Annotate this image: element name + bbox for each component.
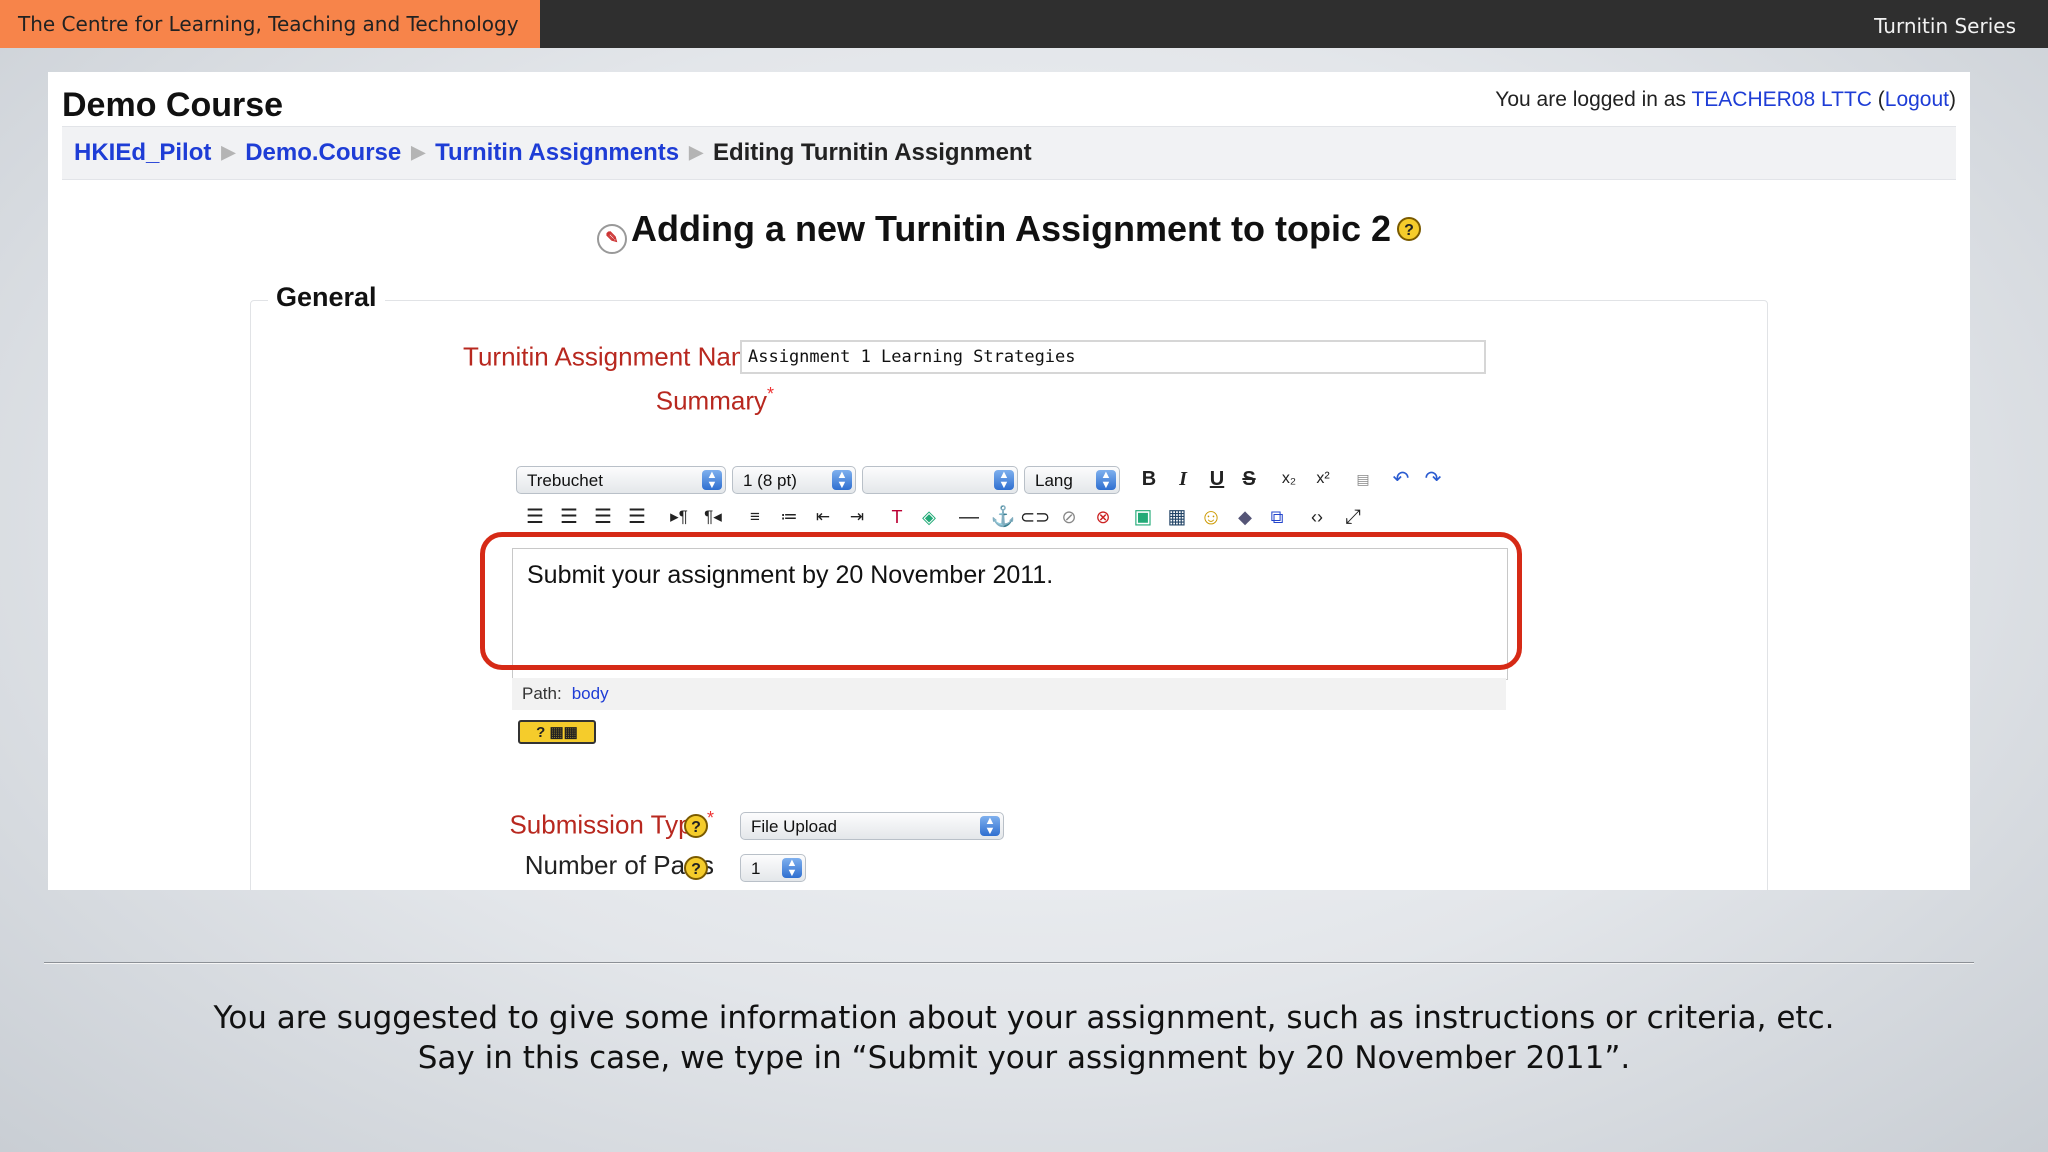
background-color-icon[interactable]: ◈	[914, 502, 944, 532]
font-size-value: 1 (8 pt)	[743, 471, 797, 490]
caption-line-2: Say in this case, we type in “Submit you…	[417, 1040, 1631, 1076]
ordered-list-icon[interactable]: ≡	[740, 502, 770, 532]
search-replace-icon[interactable]: ⧉	[1262, 502, 1292, 532]
fullscreen-icon[interactable]: ⤢	[1338, 502, 1368, 532]
select-arrows-icon: ▲ ▼	[702, 470, 722, 491]
summary-label-text: Summary	[655, 385, 767, 416]
submission-type-select[interactable]: File Upload ▲ ▼	[740, 812, 1004, 840]
bold-icon[interactable]: B	[1134, 464, 1164, 494]
assignment-name-label-text: Turnitin Assignment Name	[463, 341, 767, 372]
breadcrumb: HKIEd_Pilot ▶ Demo.Course ▶ Turnitin Assignm…	[74, 127, 1032, 179]
help-icon[interactable]: ?	[1397, 217, 1421, 242]
turnitin-icon: ✎	[597, 224, 627, 254]
required-mark: *	[766, 384, 774, 404]
select-arrows-icon: ▲ ▼	[832, 470, 852, 491]
rtl-icon[interactable]: ¶◂	[698, 502, 728, 532]
breadcrumb-turnitin-assignments[interactable]: Turnitin Assignments	[435, 139, 679, 166]
anchor-icon[interactable]: ⚓	[988, 502, 1018, 532]
select-arrows-icon: ▲ ▼	[782, 858, 802, 879]
select-arrows-icon: ▲ ▼	[1096, 470, 1116, 491]
undo-icon[interactable]: ↶	[1386, 464, 1416, 494]
underline-icon[interactable]: U	[1202, 464, 1232, 494]
breadcrumb-separator-icon: ▶	[411, 142, 426, 162]
paste-word-icon[interactable]: ▤	[1348, 464, 1378, 494]
breadcrumb-separator-icon: ▶	[689, 142, 703, 162]
path-label: Path:	[522, 684, 562, 703]
insert-table-icon[interactable]: ▦	[1162, 502, 1192, 532]
assignment-name-input[interactable]: Assignment 1 Learning Strategies	[740, 340, 1486, 374]
top-banner: The Centre for Learning, Teaching and Te…	[0, 0, 2048, 48]
highlight-box	[480, 532, 1522, 670]
editor-path-bar: Path: body	[512, 678, 1506, 710]
slide-caption: You are suggested to give some informati…	[0, 998, 2048, 1078]
format-select[interactable]: ▲ ▼	[862, 466, 1018, 494]
font-size-select[interactable]: 1 (8 pt) ▲ ▼	[732, 466, 856, 494]
superscript-icon[interactable]: x²	[1308, 464, 1338, 494]
breadcrumb-current: Editing Turnitin Assignment	[712, 139, 1032, 166]
outdent-icon[interactable]: ⇤	[808, 502, 838, 532]
caption-line-1: You are suggested to give some informati…	[213, 1000, 1835, 1036]
redo-icon[interactable]: ↷	[1418, 464, 1448, 494]
login-prefix: You are logged in as	[1495, 88, 1686, 111]
lang-select[interactable]: Lang ▲ ▼	[1024, 466, 1120, 494]
breadcrumb-separator-icon: ▶	[221, 142, 236, 162]
divider	[44, 962, 1974, 963]
page-title: ✎ Adding a new Turnitin Assignment to top…	[48, 208, 1970, 254]
indent-icon[interactable]: ⇥	[842, 502, 872, 532]
login-info: You are logged in as TEACHER08 LTTC (Log…	[1495, 88, 1956, 111]
submission-type-value: File Upload	[751, 817, 837, 836]
help-icon[interactable]: ?	[684, 856, 708, 880]
ltr-icon[interactable]: ▸¶	[664, 502, 694, 532]
required-mark: *	[706, 808, 714, 828]
parts-select[interactable]: 1 ▲ ▼	[740, 854, 806, 882]
smiley-icon[interactable]: ☺	[1196, 502, 1226, 532]
italic-icon[interactable]: I	[1168, 464, 1198, 494]
breadcrumb-bar: HKIEd_Pilot ▶ Demo.Course ▶ Turnitin Assignm…	[62, 126, 1956, 180]
insert-image-icon[interactable]: ▣	[1128, 502, 1158, 532]
summary-label: Summary*	[656, 384, 774, 417]
fieldset-legend: General	[268, 282, 385, 313]
strikethrough-icon[interactable]: S	[1234, 464, 1264, 494]
font-family-select[interactable]: Trebuchet ▲ ▼	[516, 466, 726, 494]
lang-value: Lang	[1035, 471, 1073, 490]
align-right-icon[interactable]: ☰	[588, 502, 618, 532]
justify-icon[interactable]: ☰	[622, 502, 652, 532]
moodle-screenshot: Demo Course You are logged in as TEACHER…	[48, 72, 1970, 890]
unlink-icon[interactable]: ⊘	[1054, 502, 1084, 532]
page-title-text: Adding a new Turnitin Assignment to topi…	[631, 208, 1391, 249]
breadcrumb-demo-course[interactable]: Demo.Course	[245, 139, 401, 166]
select-arrows-icon: ▲ ▼	[994, 470, 1014, 491]
bullet-list-icon[interactable]: ≔	[774, 502, 804, 532]
text-color-icon[interactable]: T	[882, 502, 912, 532]
user-link[interactable]: TEACHER08 LTTC	[1691, 88, 1871, 111]
assignment-name-label: Turnitin Assignment Name*	[463, 340, 774, 373]
font-family-value: Trebuchet	[527, 471, 603, 490]
subscript-icon[interactable]: x₂	[1274, 464, 1304, 494]
parts-value: 1	[751, 859, 761, 878]
brand-label: The Centre for Learning, Teaching and Te…	[0, 0, 540, 48]
align-left-icon[interactable]: ☰	[520, 502, 550, 532]
series-label: Turnitin Series	[1874, 14, 2016, 38]
editor-help-keyboard-icon[interactable]: ? ▦▦	[518, 720, 596, 744]
insert-object-icon[interactable]: ◆	[1230, 502, 1260, 532]
html-source-icon[interactable]: ‹›	[1302, 502, 1332, 532]
submission-type-label-text: Submission Type	[509, 809, 707, 840]
path-body-link[interactable]: body	[572, 684, 609, 703]
select-arrows-icon: ▲ ▼	[980, 816, 1000, 837]
nolink-icon[interactable]: ⊗	[1088, 502, 1118, 532]
link-icon[interactable]: ⊂⊃	[1020, 502, 1050, 532]
course-title: Demo Course	[62, 86, 284, 124]
breadcrumb-hkied-pilot[interactable]: HKIEd_Pilot	[74, 139, 211, 166]
horizontal-rule-icon[interactable]: —	[954, 502, 984, 532]
help-icon[interactable]: ?	[684, 814, 708, 838]
align-center-icon[interactable]: ☰	[554, 502, 584, 532]
logout-link[interactable]: Logout	[1885, 88, 1949, 111]
